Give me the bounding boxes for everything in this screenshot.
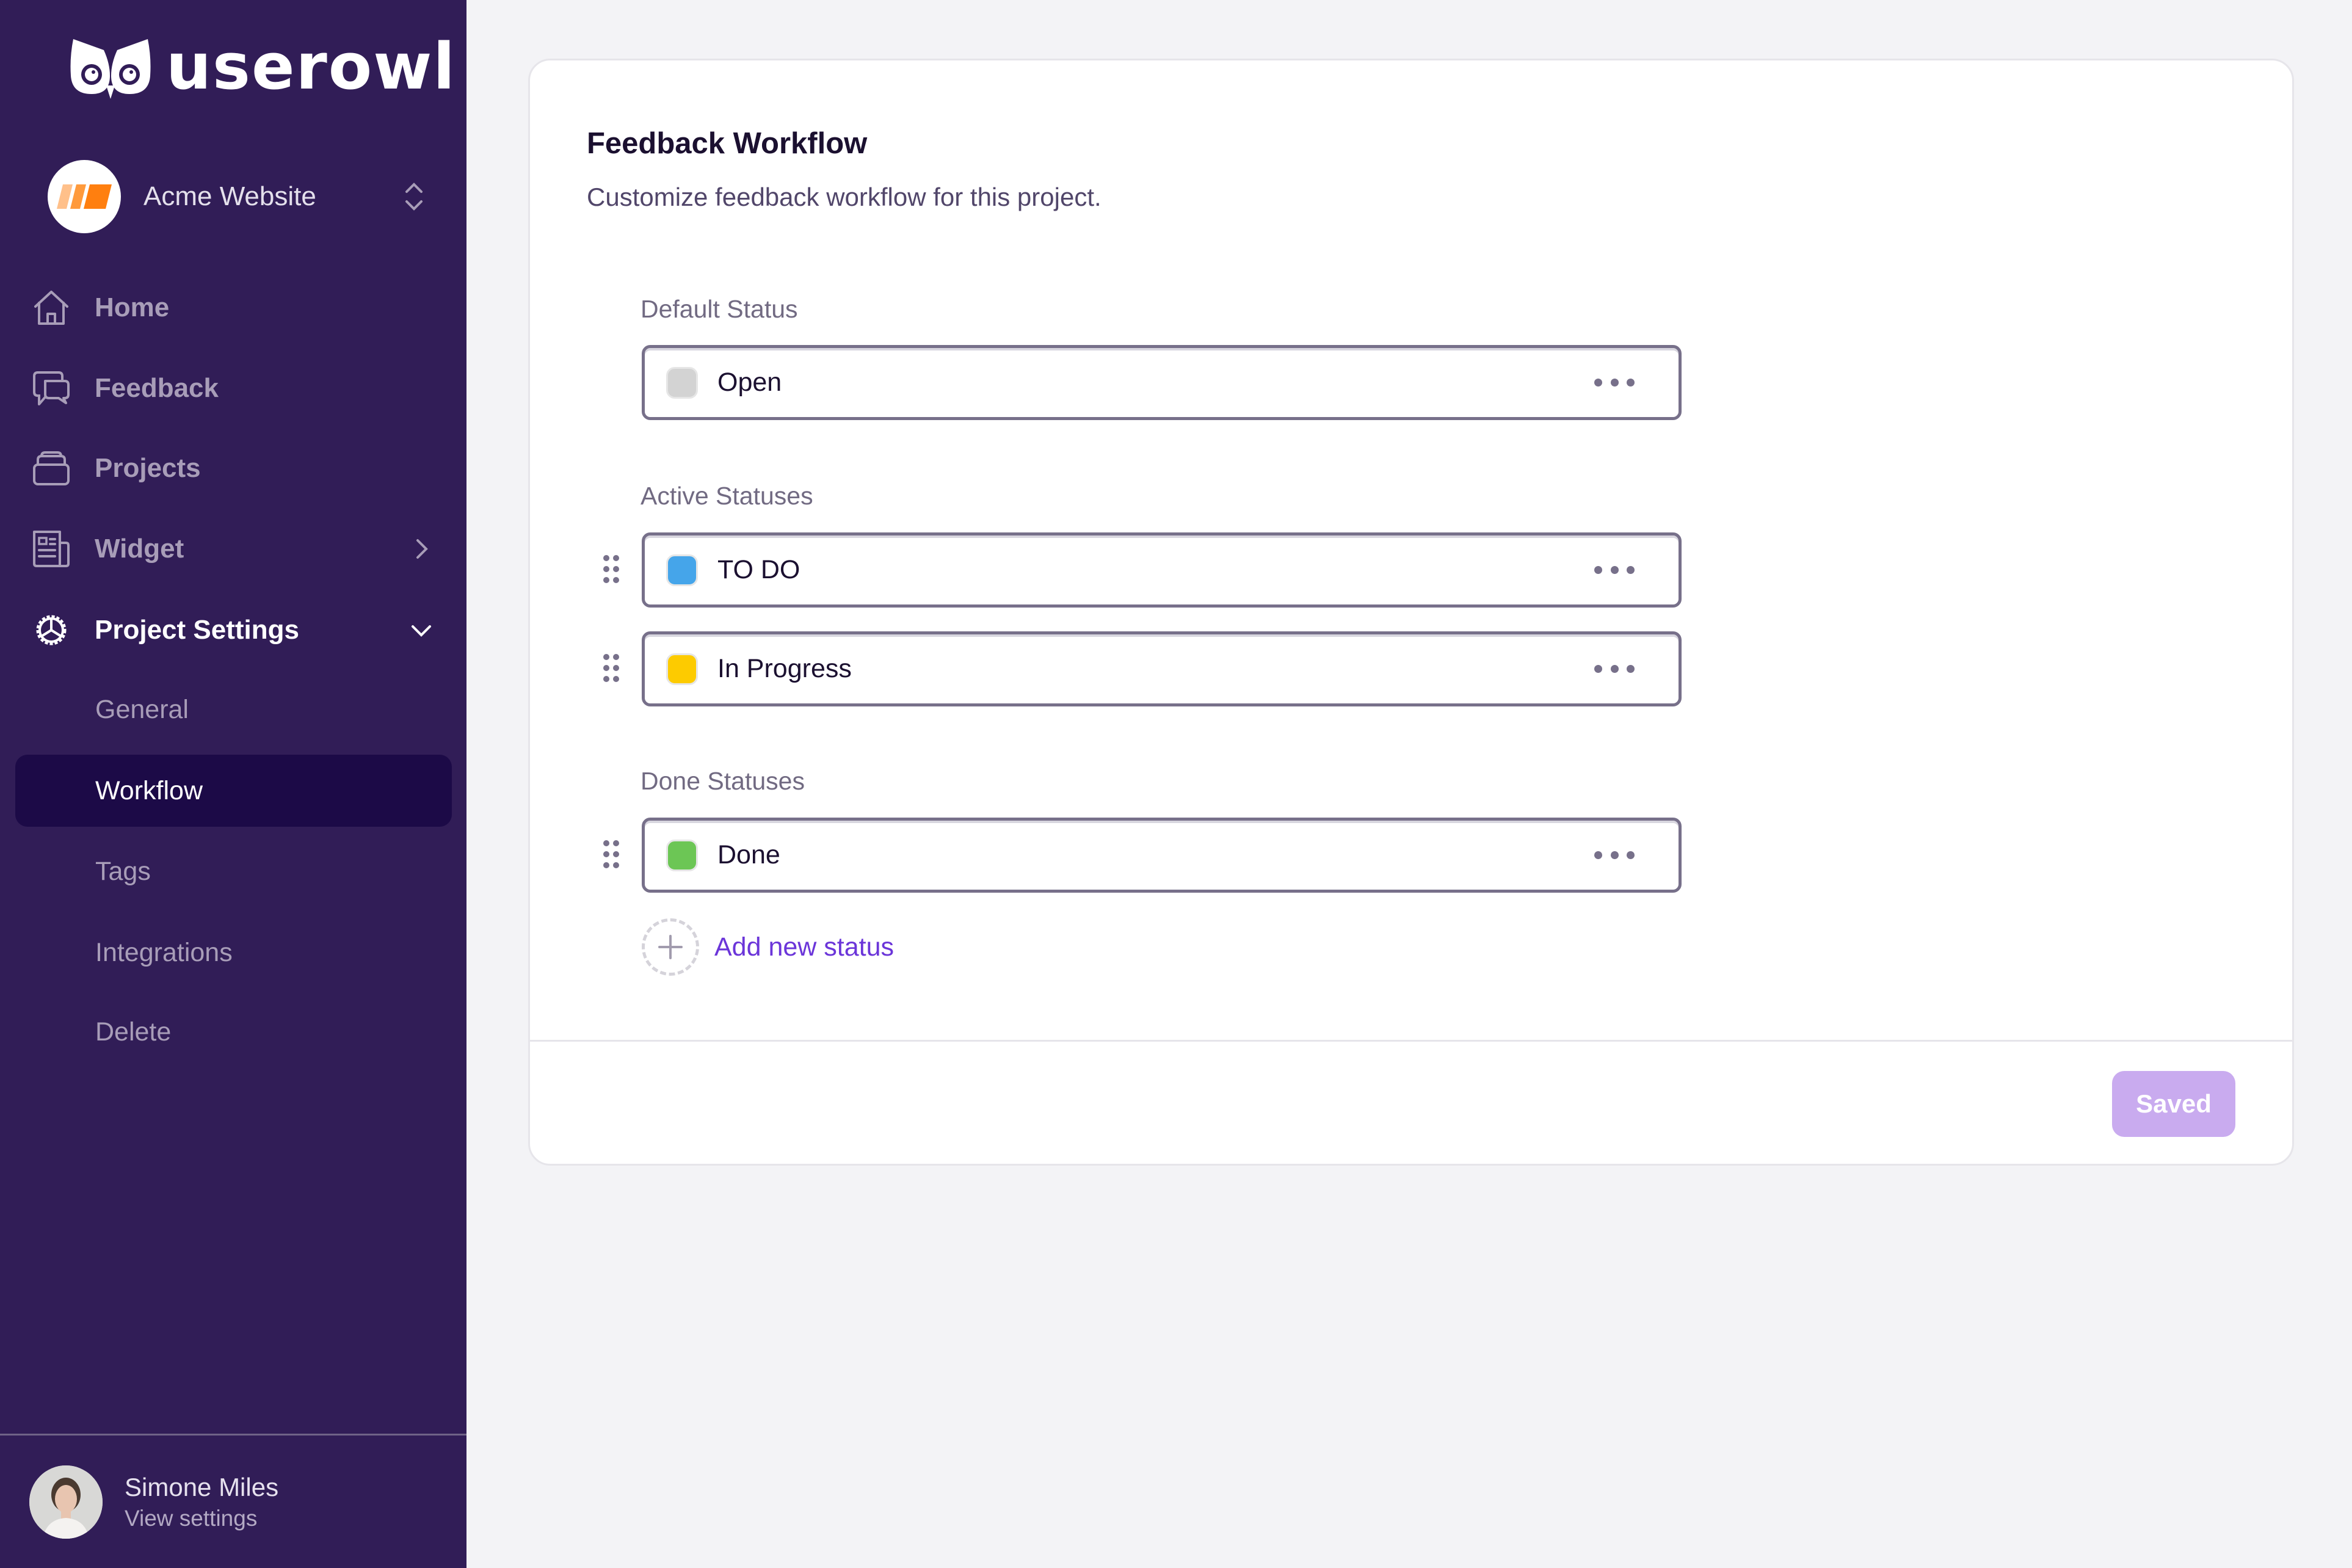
sidebar-item-feedback[interactable]: Feedback [31,355,446,422]
home-icon [31,287,72,328]
sidebar-item-projects[interactable]: Projects [31,435,446,502]
sidebar-subitem-integrations[interactable]: Integrations [15,916,452,989]
status-row-done[interactable]: Done [642,818,1682,893]
brand-name: userowl [166,29,456,104]
more-dot-icon [1594,566,1602,574]
more-dot-icon [1594,851,1602,859]
page-title: Feedback Workflow [587,127,868,160]
plus-icon [642,918,699,976]
more-dot-icon [1594,379,1602,387]
more-dot-icon [1627,665,1635,673]
status-row-in-progress[interactable]: In Progress [642,631,1682,706]
done-statuses-label: Done Statuses [641,767,805,795]
status-name: TO DO [717,555,800,584]
project-avatar [48,160,121,233]
more-dot-icon [1610,566,1619,574]
sidebar-subitem-general[interactable]: General [15,673,452,746]
more-options-button[interactable] [1587,837,1642,874]
sidebar-divider [0,1434,466,1436]
sidebar-item-project-settings[interactable]: Project Settings [31,597,446,664]
drag-handle-icon[interactable] [602,830,620,879]
status-row-open[interactable]: Open [642,345,1682,420]
more-dot-icon [1627,851,1635,859]
default-status-label: Default Status [641,295,798,323]
status-color-swatch[interactable] [666,839,698,871]
more-options-button[interactable] [1587,365,1642,401]
user-profile[interactable]: Simone Miles View settings [29,1465,278,1539]
brand-logo[interactable]: userowl [67,29,456,104]
sidebar-item-label: Projects [95,453,201,483]
user-name: Simone Miles [125,1473,279,1501]
page-subtitle: Customize feedback workflow for this pro… [587,183,1102,211]
chevron-down-icon [412,625,431,637]
more-options-button[interactable] [1587,552,1642,589]
project-name: Acme Website [143,181,316,211]
newspaper-icon [31,528,72,570]
sidebar-item-label: Home [95,292,170,322]
chat-bubbles-icon [31,368,72,409]
avatar [29,1465,103,1539]
chevron-up-down-icon [405,183,423,211]
active-statuses-label: Active Statuses [641,482,813,510]
sidebar-item-label: Project Settings [95,615,299,645]
sidebar-subitem-tags[interactable]: Tags [15,835,452,907]
drag-handle-icon[interactable] [602,545,620,593]
sidebar-subitem-delete[interactable]: Delete [15,996,452,1068]
status-name: Done [717,840,780,869]
more-dot-icon [1610,665,1619,673]
more-dot-icon [1610,851,1619,859]
gear-icon [31,609,72,651]
add-new-status-button[interactable]: Add new status [642,918,894,976]
view-settings-link[interactable]: View settings [125,1506,278,1531]
more-dot-icon [1627,566,1635,574]
stack-icon [31,448,72,489]
acme-logo-icon [57,184,112,209]
more-options-button[interactable] [1587,651,1642,688]
save-button[interactable]: Saved [2112,1071,2235,1137]
status-name: In Progress [717,654,852,683]
more-dot-icon [1594,665,1602,673]
status-color-swatch[interactable] [666,653,698,685]
sidebar-item-widget[interactable]: Widget [31,515,446,583]
status-name: Open [717,368,782,397]
drag-handle-icon[interactable] [602,644,620,692]
sidebar: userowl Acme Website Home Feedback Proje… [0,0,466,1568]
workflow-card: Feedback Workflow Customize feedback wor… [528,59,2294,1166]
status-color-swatch[interactable] [666,554,698,586]
sidebar-item-home[interactable]: Home [31,274,446,341]
chevron-right-icon [416,539,428,559]
owl-logo-icon [70,39,151,99]
card-divider [530,1040,2292,1042]
sidebar-subitem-workflow[interactable]: Workflow [15,755,452,827]
status-row-todo[interactable]: TO DO [642,532,1682,608]
more-dot-icon [1627,379,1635,387]
add-new-status-label: Add new status [714,932,895,962]
status-color-swatch[interactable] [666,366,698,399]
sidebar-item-label: Widget [95,534,184,564]
more-dot-icon [1610,379,1619,387]
sidebar-item-label: Feedback [95,373,219,403]
project-switcher[interactable]: Acme Website [48,160,426,233]
